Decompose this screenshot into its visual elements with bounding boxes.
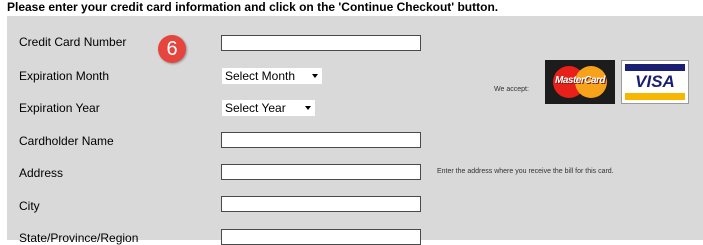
exp-year-label: Expiration Year (19, 101, 100, 115)
dropdown-arrow-icon (305, 106, 311, 110)
card-number-input[interactable] (221, 35, 421, 51)
address-hint: Enter the address where you receive the … (437, 168, 614, 175)
cardholder-name-label: Cardholder Name (19, 134, 114, 148)
step-badge: 6 (158, 35, 186, 63)
mastercard-logo-text: MasterCard (554, 75, 606, 86)
instruction-text: Please enter your credit card informatio… (7, 0, 499, 14)
address-input[interactable] (221, 164, 421, 180)
exp-year-selected: Select Year (225, 101, 286, 115)
state-label: State/Province/Region (19, 231, 139, 245)
visa-logo-text: VISA (635, 72, 675, 91)
mastercard-logo: MasterCard (545, 60, 615, 104)
we-accept-label: We accept: (494, 86, 529, 93)
dropdown-arrow-icon (312, 74, 318, 78)
exp-month-label: Expiration Month (19, 69, 110, 83)
city-label: City (19, 199, 40, 213)
city-input[interactable] (221, 196, 421, 212)
exp-month-selected: Select Month (225, 69, 296, 83)
visa-logo: VISA (621, 60, 689, 104)
exp-year-select[interactable]: Select Year (221, 99, 316, 117)
card-number-label: Credit Card Number (19, 35, 127, 49)
address-label: Address (19, 166, 64, 180)
cardholder-name-input[interactable] (221, 132, 421, 148)
exp-month-select[interactable]: Select Month (221, 67, 323, 85)
credit-card-form: Credit Card Number 6 Expiration Month Se… (7, 16, 703, 245)
state-input[interactable] (221, 229, 421, 245)
